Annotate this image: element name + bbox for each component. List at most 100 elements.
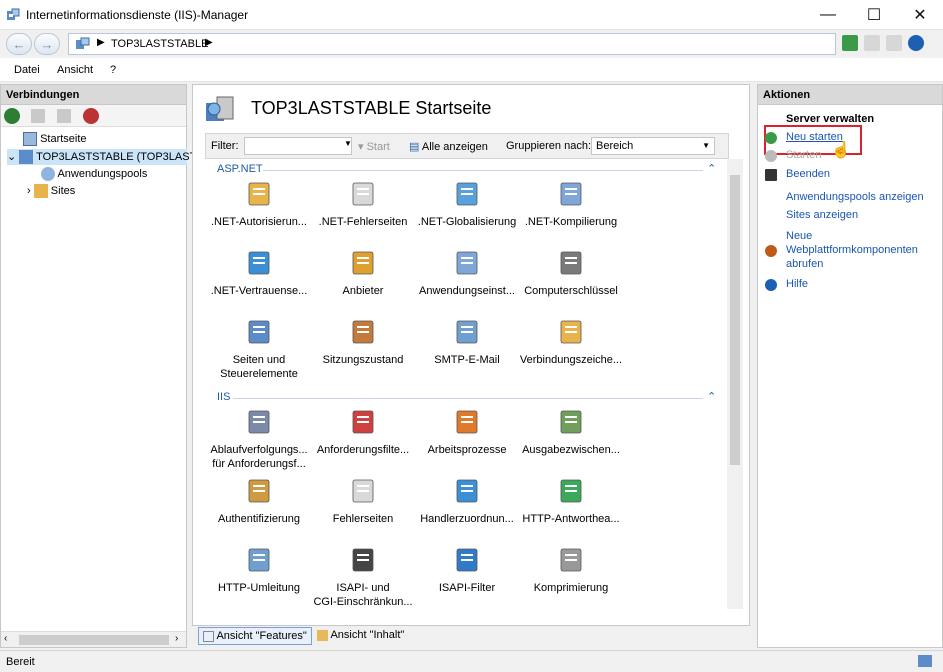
feature-item[interactable]: .NET-Fehlerseiten [311, 179, 415, 229]
action-view-app-pools[interactable]: Anwendungspools anzeigen [786, 191, 924, 203]
title-bar: Internetinformationsdienste (IIS)-Manage… [0, 0, 943, 30]
scroll-thumb[interactable] [730, 175, 740, 465]
chevron-down-icon[interactable]: ▼ [702, 141, 710, 150]
stop-icon[interactable] [864, 35, 880, 51]
feature-icon [244, 179, 274, 209]
action-help[interactable]: Hilfe [786, 278, 808, 290]
feature-label: Anforderungsfilte... [316, 444, 410, 456]
tree-item-apppools[interactable]: Anwendungspools [41, 167, 147, 181]
show-all-label: Alle anzeigen [421, 141, 488, 153]
menu-ansicht[interactable]: Ansicht [57, 64, 93, 76]
group-header-iis[interactable]: IIS [217, 391, 230, 403]
action-stop[interactable]: Beenden [786, 168, 830, 180]
feature-label: .NET-Autorisierun... [211, 216, 307, 228]
feature-item[interactable]: ISAPI-Filter [415, 545, 519, 595]
feature-icon [452, 248, 482, 278]
group-by-select[interactable]: Bereich ▼ [591, 137, 715, 155]
connect-icon[interactable] [4, 108, 20, 124]
back-button[interactable]: ← [6, 33, 32, 55]
address-field[interactable]: ▶ TOP3LASTSTABLE ▶ [68, 33, 836, 55]
feature-label: Steuerelemente [220, 368, 298, 380]
feature-item[interactable]: .NET-Autorisierun... [207, 179, 311, 229]
feature-item[interactable]: SMTP-E-Mail [415, 317, 519, 367]
scroll-left-icon[interactable]: ‹ [4, 633, 7, 644]
tree-item-startseite[interactable]: Startseite [23, 132, 87, 146]
start-button[interactable]: ▾ Start [358, 140, 390, 153]
help-icon[interactable] [908, 35, 924, 51]
expand-chevron-icon[interactable]: › [27, 185, 31, 197]
feature-label: Anwendungseinst... [418, 285, 515, 297]
scroll-thumb[interactable] [19, 635, 169, 645]
save-icon[interactable] [31, 109, 45, 123]
maximize-button[interactable]: ☐ [851, 0, 897, 30]
menu-help[interactable]: ? [110, 64, 116, 76]
feature-label: SMTP-E-Mail [434, 354, 500, 366]
feature-item[interactable]: Handlerzuordnun... [415, 476, 519, 526]
feature-icon [452, 317, 482, 347]
breadcrumb-server[interactable]: TOP3LASTSTABLE [111, 38, 208, 50]
address-toolbar [842, 35, 924, 51]
filter-input[interactable] [244, 137, 352, 155]
feature-item[interactable]: ISAPI- und CGI-Einschränkun... [311, 545, 415, 609]
feature-item[interactable]: Arbeitsprozesse [415, 407, 519, 457]
feature-item[interactable]: HTTP-Antworthea... [519, 476, 623, 526]
forward-button[interactable]: → [34, 33, 60, 55]
breadcrumb-arrow-icon[interactable]: ▶ [205, 37, 213, 48]
tree-item-sites[interactable]: › Sites [27, 184, 75, 198]
feature-icon [244, 248, 274, 278]
feature-item[interactable]: .NET-Vertrauense... [207, 248, 311, 298]
feature-item[interactable]: .NET-Globalisierung [415, 179, 519, 229]
filter-dropdown-icon[interactable]: ▼ [344, 139, 352, 148]
action-web-platform[interactable]: Neue Webplattformkomponenten abrufen [786, 229, 918, 271]
action-view-sites[interactable]: Sites anzeigen [786, 209, 858, 221]
features-view-button[interactable]: Ansicht "Features" [198, 627, 312, 645]
content-view-icon [317, 629, 328, 641]
home-icon[interactable] [886, 35, 902, 51]
content-view-button[interactable]: Ansicht "Inhalt" [313, 627, 408, 645]
feature-item[interactable]: Seiten und Steuerelemente [207, 317, 311, 381]
vertical-scrollbar[interactable] [727, 159, 743, 609]
feature-label: .NET-Globalisierung [417, 216, 517, 228]
feature-label: ISAPI- und [336, 582, 390, 594]
collapse-group-icon[interactable]: ⌃ [707, 162, 716, 175]
connections-header: Verbindungen [1, 85, 186, 105]
feature-item[interactable]: HTTP-Umleitung [207, 545, 311, 595]
disconnect-icon[interactable] [83, 108, 99, 124]
feature-item[interactable]: Ausgabezwischen... [519, 407, 623, 457]
breadcrumb-arrow-icon[interactable]: ▶ [97, 37, 105, 48]
minimize-button[interactable]: — [805, 0, 851, 30]
collapse-group-icon[interactable]: ⌃ [707, 390, 716, 403]
feature-item[interactable]: Sitzungszustand [311, 317, 415, 367]
close-button[interactable]: ✕ [897, 0, 943, 30]
feature-label: Sitzungszustand [322, 354, 404, 366]
feature-label: CGI-Einschränkun... [313, 596, 413, 608]
server-large-icon [205, 95, 235, 123]
group-header-aspnet[interactable]: ASP.NET [217, 163, 263, 175]
collapse-chevron-icon[interactable]: ⌄ [7, 151, 16, 163]
refresh-icon[interactable] [842, 35, 858, 51]
feature-item[interactable]: Computerschlüssel [519, 248, 623, 298]
feature-item[interactable]: Anbieter [311, 248, 415, 298]
feature-item[interactable]: Ablaufverfolgungs... für Anforderungsf... [207, 407, 311, 471]
web-platform-line: Webplattformkomponenten [786, 244, 918, 256]
tree-item-server[interactable]: ⌄ TOP3LASTSTABLE (TOP3LAST [7, 149, 196, 166]
feature-item[interactable]: Fehlerseiten [311, 476, 415, 526]
feature-label: Ausgabezwischen... [522, 444, 620, 456]
feature-item[interactable]: Verbindungszeiche... [519, 317, 623, 367]
menu-datei[interactable]: Datei [14, 64, 40, 76]
group-divider [233, 398, 703, 399]
sites-icon [33, 184, 48, 198]
feature-icon [556, 407, 586, 437]
scroll-right-icon[interactable]: › [175, 633, 178, 644]
actions-panel: Aktionen Server verwalten Neu starten ☝ … [757, 84, 943, 648]
show-all-button[interactable]: ▤ Alle anzeigen [409, 140, 488, 153]
feature-item[interactable]: .NET-Kompilierung [519, 179, 623, 229]
horizontal-scrollbar[interactable]: ‹ › [1, 631, 186, 647]
feature-icon [556, 545, 586, 575]
feature-item[interactable]: Anwendungseinst... [415, 248, 519, 298]
feature-item[interactable]: Authentifizierung [207, 476, 311, 526]
feature-item[interactable]: Komprimierung [519, 545, 623, 595]
feature-item[interactable]: Anforderungsfilte... [311, 407, 415, 457]
up-icon[interactable] [57, 109, 71, 123]
feature-label: .NET-Vertrauense... [210, 285, 308, 297]
